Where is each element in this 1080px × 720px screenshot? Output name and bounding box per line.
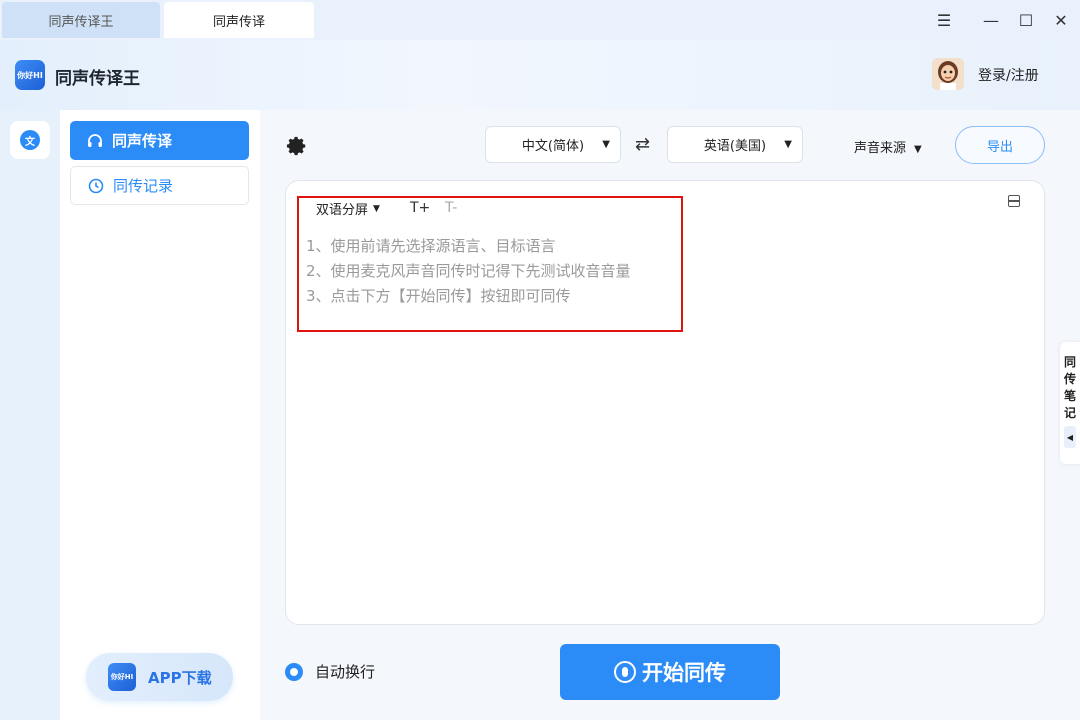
audio-source-label: 声音来源	[854, 141, 907, 156]
sidebar-item-simultaneous[interactable]: 同声传译	[70, 121, 249, 160]
tab-app-home[interactable]: 同声传译王	[2, 2, 160, 38]
app-download-label: APP下载	[148, 668, 212, 687]
avatar-icon	[932, 58, 964, 90]
notes-side-tab[interactable]: 同 传 笔 记 ◀	[1060, 342, 1080, 464]
target-language-value: 英语(美国)	[703, 139, 767, 154]
translate-module-button[interactable]: 文	[10, 121, 50, 159]
highlight-box	[297, 196, 683, 332]
tab-label: 同声传译王	[48, 14, 114, 30]
app-title: 同声传译王	[55, 69, 140, 89]
main-area: 中文(简体) ▼ ⇄ 英语(美国) ▼ 声音来源 ▼ 导出 双语分屏 ▼ T+ T-…	[260, 110, 1080, 720]
side-tab-char: 传	[1063, 372, 1076, 386]
app-header: 你好HI 同声传译王 登录/注册	[0, 40, 1080, 110]
tab-label: 同声传译	[212, 14, 265, 30]
audio-source-dropdown[interactable]: 声音来源 ▼	[854, 137, 922, 156]
start-translation-button[interactable]: 开始同传	[560, 644, 780, 700]
source-language-value: 中文(简体)	[521, 139, 585, 154]
transcript-panel: 双语分屏 ▼ T+ T- 1、使用前请先选择源语言、目标语言 2、使用麦克风声音同…	[285, 180, 1045, 625]
target-language-select[interactable]: 英语(美国) ▼	[667, 126, 803, 163]
sidebar-item-label: 同声传译	[112, 132, 173, 150]
auto-wrap-toggle[interactable]: 自动换行	[285, 661, 375, 682]
split-layout-icon[interactable]	[1008, 195, 1020, 207]
app-download-button[interactable]: 你好HI APP下载	[86, 653, 233, 701]
start-label: 开始同传	[642, 661, 726, 685]
chevron-down-icon: ▼	[914, 144, 922, 155]
menu-icon[interactable]: ☰	[926, 0, 962, 40]
login-register-link[interactable]: 登录/注册	[978, 65, 1039, 85]
maximize-icon[interactable]: ☐	[1008, 0, 1044, 40]
avatar[interactable]	[932, 58, 964, 90]
sidebar: 同声传译 同传记录 你好HI APP下载	[60, 110, 260, 720]
translate-icon: 文	[20, 130, 40, 150]
clock-icon	[88, 178, 104, 193]
left-rail: 文	[0, 110, 60, 720]
radio-checked-icon[interactable]	[285, 662, 303, 681]
chevron-down-icon: ▼	[784, 139, 792, 150]
minimize-icon[interactable]: —	[973, 0, 1009, 40]
auto-wrap-label: 自动换行	[315, 663, 376, 681]
tab-bar: 同声传译王 同声传译 ☰ — ☐ ✕	[0, 0, 1080, 40]
chevron-left-icon[interactable]: ◀	[1064, 426, 1076, 448]
sidebar-item-label: 同传记录	[113, 177, 174, 195]
side-tab-char: 笔	[1063, 389, 1076, 403]
microphone-icon	[614, 661, 636, 683]
source-language-select[interactable]: 中文(简体) ▼	[485, 126, 621, 163]
app-logo-icon: 你好HI	[108, 663, 136, 691]
gear-icon[interactable]	[286, 135, 308, 157]
side-tab-char: 同	[1063, 355, 1076, 369]
sidebar-item-history[interactable]: 同传记录	[70, 166, 249, 205]
tab-simultaneous[interactable]: 同声传译	[164, 2, 314, 38]
side-tab-char: 记	[1063, 406, 1076, 420]
export-button[interactable]: 导出	[955, 126, 1045, 164]
swap-languages-icon[interactable]: ⇄	[635, 134, 650, 155]
headphones-icon	[88, 133, 102, 147]
chevron-down-icon: ▼	[602, 139, 610, 150]
close-icon[interactable]: ✕	[1043, 0, 1079, 40]
app-logo: 你好HI	[15, 60, 45, 90]
